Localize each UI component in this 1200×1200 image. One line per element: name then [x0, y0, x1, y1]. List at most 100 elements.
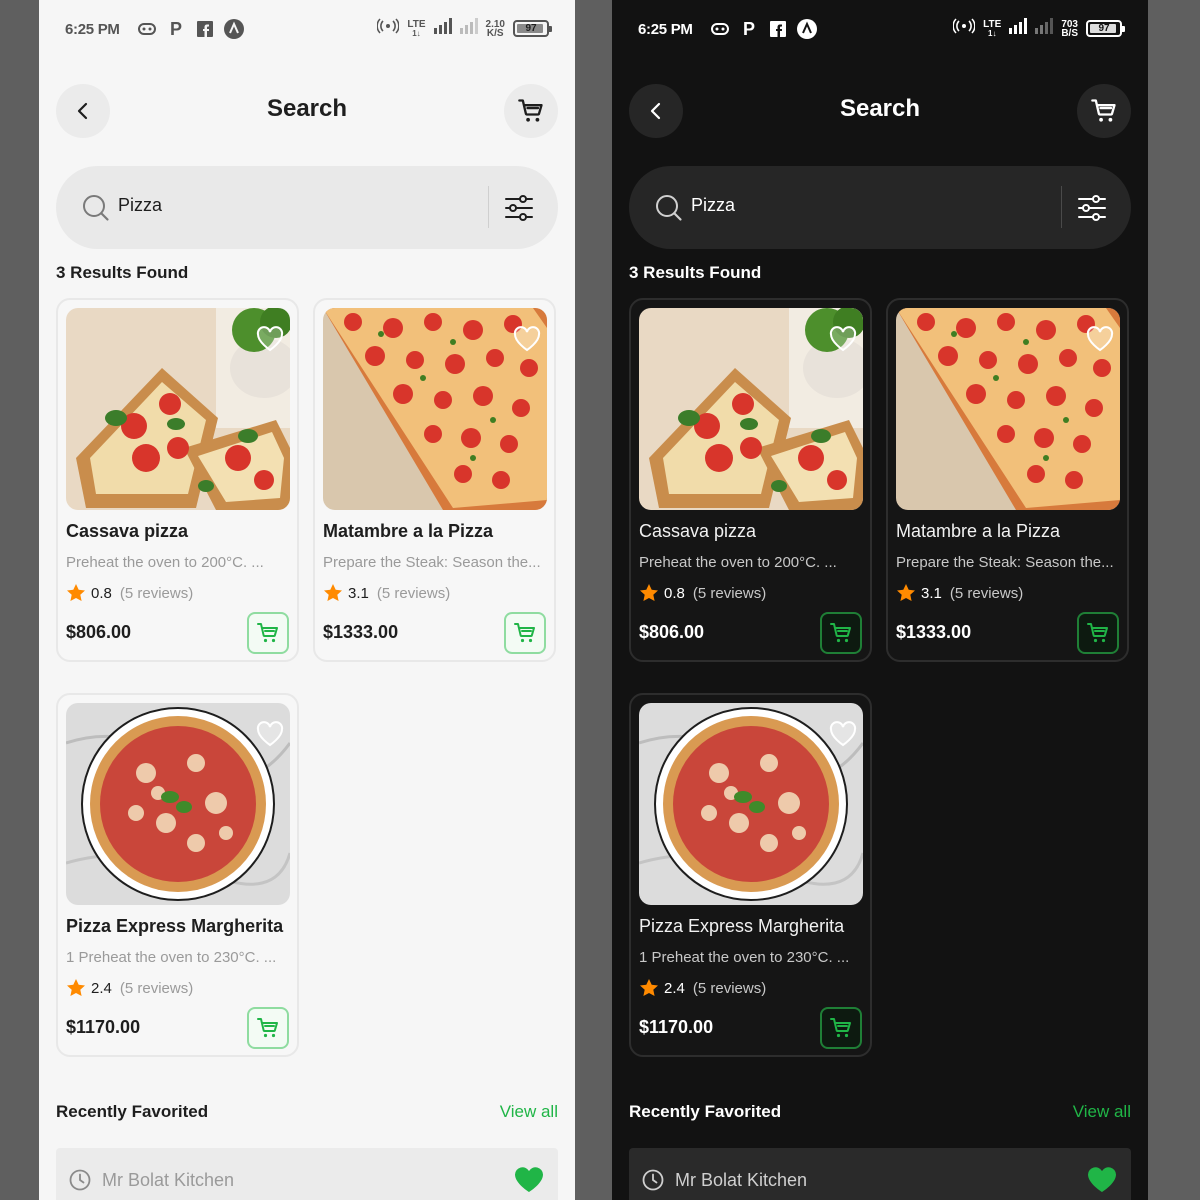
cart-icon — [257, 623, 278, 643]
review-count: (5 reviews) — [949, 584, 1024, 602]
heart-outline-icon[interactable] — [828, 324, 858, 354]
heart-filled-icon[interactable] — [1087, 1165, 1117, 1193]
search-bar — [629, 166, 1131, 249]
notification-icons: P — [137, 19, 244, 39]
signal-weak-icon — [1035, 18, 1054, 39]
heart-filled-icon[interactable] — [514, 1165, 544, 1193]
game-controller-icon — [710, 19, 730, 39]
add-to-cart-button[interactable] — [820, 1007, 862, 1049]
search-icon — [83, 195, 109, 221]
recent-favorite-item[interactable]: Mr Bolat Kitchen — [56, 1148, 558, 1200]
view-all-link[interactable]: View all — [500, 1102, 558, 1122]
results-count: 3 Results Found — [56, 263, 189, 282]
recipe-price: $806.00 — [639, 622, 705, 642]
facebook-icon — [195, 19, 215, 39]
favorite-item-name: Mr Bolat Kitchen — [102, 1170, 235, 1190]
recipe-card[interactable]: Pizza Express Margherita 1 Preheat the o… — [56, 693, 299, 1057]
recipe-price: $1170.00 — [66, 1017, 141, 1037]
battery-icon: 97 — [513, 20, 552, 37]
recipe-rating: 3.1 (5 reviews) — [323, 583, 450, 603]
status-bar: 6:25 PM P LTE 1↓ 703 B/S 97 — [612, 14, 1148, 46]
clock-icon — [69, 1169, 91, 1191]
speed-unit: B/S — [1061, 27, 1078, 39]
recipe-rating: 2.4 (5 reviews) — [639, 978, 766, 998]
section-title: Recently Favorited — [56, 1102, 209, 1121]
filter-sliders-icon — [1078, 195, 1106, 221]
heart-outline-icon[interactable] — [828, 719, 858, 749]
search-icon — [656, 195, 682, 221]
recipe-name: Cassava pizza — [639, 521, 757, 541]
review-count: (5 reviews) — [119, 979, 194, 997]
recipe-rating: 2.4 (5 reviews) — [66, 978, 193, 998]
recipe-name: Pizza Express Margherita — [66, 916, 284, 936]
view-all-link[interactable]: View all — [1073, 1102, 1131, 1122]
heart-outline-icon[interactable] — [255, 324, 285, 354]
recipe-card[interactable]: Cassava pizza Preheat the oven to 200°C.… — [56, 298, 299, 662]
search-input[interactable] — [118, 195, 418, 216]
star-icon — [324, 584, 342, 601]
recipe-rating: 0.8 (5 reviews) — [639, 583, 766, 603]
cart-icon — [1087, 623, 1108, 643]
recipe-card[interactable]: Matambre a la Pizza Prepare the Steak: S… — [313, 298, 556, 662]
light-mode-screen: 6:25 PM P LTE1↓ 2.10K/S 97 Search 3 Resu… — [39, 0, 575, 1200]
recipe-card[interactable]: Matambre a la Pizza Prepare the Steak: S… — [886, 298, 1129, 662]
cart-icon — [514, 623, 535, 643]
status-bar: 6:25 PM P LTE 1↓ 2.10 K/S 97 — [39, 14, 575, 46]
add-to-cart-button[interactable] — [820, 612, 862, 654]
filter-button[interactable] — [502, 191, 536, 225]
network-speed: 703 B/S — [1061, 19, 1078, 39]
heart-outline-icon[interactable] — [512, 324, 542, 354]
rating-value: 0.8 — [91, 584, 112, 602]
clock-icon — [642, 1169, 664, 1191]
signal-icon — [1009, 18, 1028, 39]
page-title: Search — [266, 95, 348, 122]
add-to-cart-button[interactable] — [1077, 612, 1119, 654]
cart-button[interactable] — [1077, 84, 1131, 138]
heart-outline-icon[interactable] — [255, 719, 285, 749]
search-input[interactable] — [691, 195, 991, 216]
parking-icon: P — [169, 18, 182, 39]
hotspot-icon — [952, 18, 976, 39]
status-time: 6:25 PM — [638, 21, 693, 38]
add-to-cart-button[interactable] — [504, 612, 546, 654]
hotspot-icon — [376, 18, 401, 39]
recent-favorite-item[interactable]: Mr Bolat Kitchen — [629, 1148, 1131, 1200]
recipe-description: Preheat the oven to 200°C. ... — [66, 554, 264, 571]
signal-weak-icon — [459, 18, 478, 39]
recipe-price: $806.00 — [66, 622, 132, 642]
search-divider — [488, 186, 489, 228]
favorite-item-name: Mr Bolat Kitchen — [675, 1170, 808, 1190]
rating-value: 2.4 — [664, 979, 685, 997]
recipe-name: Matambre a la Pizza — [323, 521, 494, 541]
cart-button[interactable] — [504, 84, 558, 138]
recipe-card[interactable]: Cassava pizza Preheat the oven to 200°C.… — [629, 298, 872, 662]
star-icon — [67, 979, 85, 996]
rating-value: 2.4 — [91, 979, 112, 997]
rating-value: 0.8 — [664, 584, 685, 602]
lte-label: LTE 1↓ — [983, 19, 1001, 38]
cart-icon — [830, 1018, 851, 1038]
lte-sub: 1↓ — [988, 28, 997, 38]
parking-icon: P — [742, 18, 755, 39]
section-title: Recently Favorited — [629, 1102, 782, 1121]
battery-level: 97 — [1098, 23, 1110, 34]
status-time: 6:25 PM — [65, 21, 120, 38]
game-controller-icon — [137, 19, 157, 39]
add-to-cart-button[interactable] — [247, 612, 289, 654]
recipe-description: 1 Preheat the oven to 230°C. ... — [639, 949, 850, 966]
system-icons: LTE 1↓ 703 B/S 97 — [952, 18, 1125, 39]
battery-icon: 97 — [1086, 20, 1125, 37]
heart-outline-icon[interactable] — [1085, 324, 1115, 354]
add-to-cart-button[interactable] — [247, 1007, 289, 1049]
filter-button[interactable] — [1075, 191, 1109, 225]
star-icon — [897, 584, 915, 601]
star-icon — [640, 584, 658, 601]
cart-icon — [1091, 99, 1116, 122]
signal-icon — [433, 18, 452, 39]
app-a-icon — [797, 19, 817, 39]
review-count: (5 reviews) — [692, 584, 767, 602]
recipe-name: Matambre a la Pizza — [896, 521, 1061, 541]
recipe-card[interactable]: Pizza Express Margherita 1 Preheat the o… — [629, 693, 872, 1057]
facebook-icon — [768, 19, 788, 39]
app-a-icon — [224, 19, 244, 39]
